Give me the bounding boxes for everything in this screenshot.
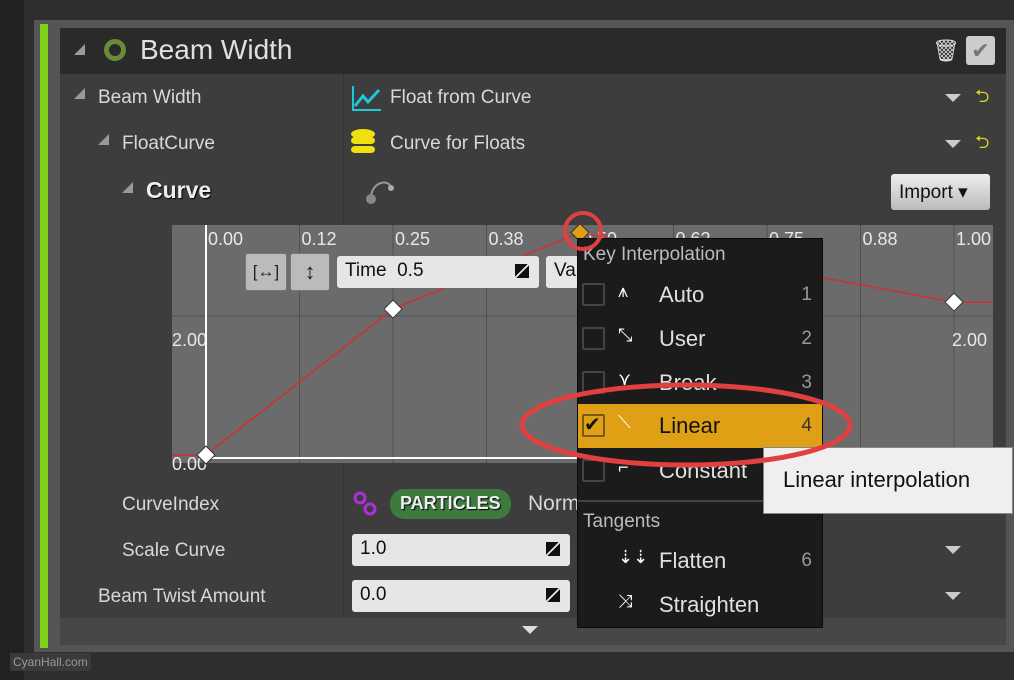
y-tick-label: 2.00 <box>952 330 987 350</box>
linear-interp-icon: ⟍ <box>618 412 631 432</box>
y-tick-label: 2.00 <box>172 330 207 350</box>
curve-index-label: CurveIndex <box>122 494 220 515</box>
spin-handle-icon[interactable] <box>515 264 529 278</box>
menu-item-user[interactable]: ⤡ User 2 <box>578 317 822 361</box>
beam-twist-label: Beam Twist Amount <box>98 586 266 607</box>
checkbox[interactable] <box>582 371 605 394</box>
menu-item-linear[interactable]: ✔ ⟍ Linear 4 <box>578 404 822 448</box>
menu-item-flatten[interactable]: ⇣⇣ Flatten 6 <box>578 539 822 583</box>
time-field[interactable]: Time 0.5 <box>337 256 539 288</box>
checkbox[interactable] <box>582 327 605 350</box>
spin-handle-icon[interactable] <box>546 588 560 602</box>
menu-item-auto[interactable]: ⩚ Auto 1 <box>578 273 822 317</box>
expand-advanced-icon[interactable] <box>522 626 538 634</box>
user-tangent-icon: ⤡ <box>618 325 633 345</box>
break-tangent-icon: ⋎ <box>618 369 632 389</box>
x-tick-label: 0.88 <box>863 229 898 249</box>
shortcut: 3 <box>801 372 812 393</box>
key-interpolation-menu: Key Interpolation ⩚ Auto 1 ⤡ User 2 ⋎ Break 3 … <box>577 238 823 628</box>
tooltip: Linear interpolation <box>763 447 1013 514</box>
beam-twist-input[interactable]: 0.0 <box>352 580 570 612</box>
menu-item-label: User <box>659 326 706 351</box>
checkbox[interactable] <box>582 283 605 306</box>
particles-badge: PARTICLES <box>390 489 511 519</box>
checkbox-checked[interactable]: ✔ <box>582 414 605 437</box>
time-label: Time <box>345 260 387 281</box>
x-tick-label: 0.25 <box>395 229 430 249</box>
dropdown-arrow-icon[interactable] <box>945 546 961 554</box>
key-point[interactable] <box>944 292 964 312</box>
x-tick-label: 0.38 <box>489 229 524 249</box>
menu-item-label: Auto <box>659 282 705 307</box>
x-tick-label: 1.00 <box>956 229 991 249</box>
scale-curve-input[interactable]: 1.0 <box>352 534 570 566</box>
link-icon <box>353 491 377 516</box>
menu-item-label: Constant <box>659 458 748 483</box>
curve-plot[interactable]: 0.000.120.250.380.500.620.750.881.002.00… <box>0 0 1014 680</box>
shortcut: 4 <box>801 415 812 436</box>
shortcut: 1 <box>801 284 812 305</box>
straighten-icon: ⤨ <box>618 591 633 611</box>
menu-item-break[interactable]: ⋎ Break 3 <box>578 361 822 405</box>
x-tick-label: 0.00 <box>208 229 243 249</box>
dropdown-arrow-icon[interactable] <box>945 592 961 600</box>
watermark: CyanHall.com <box>10 653 91 671</box>
scale-curve-label: Scale Curve <box>122 540 226 561</box>
key-point[interactable] <box>383 299 403 319</box>
scale-curve-value: 1.0 <box>360 538 387 559</box>
shortcut: 6 <box>801 550 812 571</box>
menu-item-label: Straighten <box>659 592 760 617</box>
spin-handle-icon[interactable] <box>546 542 560 556</box>
checkbox[interactable] <box>582 459 605 482</box>
shortcut: 2 <box>801 328 812 349</box>
menu-separator <box>578 500 764 502</box>
flatten-icon: ⇣⇣ <box>618 547 649 567</box>
x-tick-label: 0.12 <box>302 229 337 249</box>
curve-index-value[interactable]: Norm <box>528 492 579 516</box>
time-value: 0.5 <box>397 260 424 281</box>
constant-interp-icon: ⌐ <box>618 457 629 477</box>
advanced-expander[interactable] <box>60 618 1006 645</box>
menu-item-straighten[interactable]: ⤨ Straighten <box>578 583 822 627</box>
fit-vertical-button[interactable]: ↕ <box>290 253 330 291</box>
value-label: Va <box>554 260 576 281</box>
auto-tangent-icon: ⩚ <box>618 281 629 301</box>
fit-horizontal-button[interactable]: [↔] <box>245 253 287 291</box>
beam-twist-value: 0.0 <box>360 584 387 605</box>
menu-item-label: Break <box>659 370 717 395</box>
menu-item-label: Flatten <box>659 548 727 573</box>
section-key-interpolation: Key Interpolation <box>583 244 726 265</box>
section-tangents: Tangents <box>583 511 661 532</box>
menu-item-label: Linear <box>659 413 721 438</box>
